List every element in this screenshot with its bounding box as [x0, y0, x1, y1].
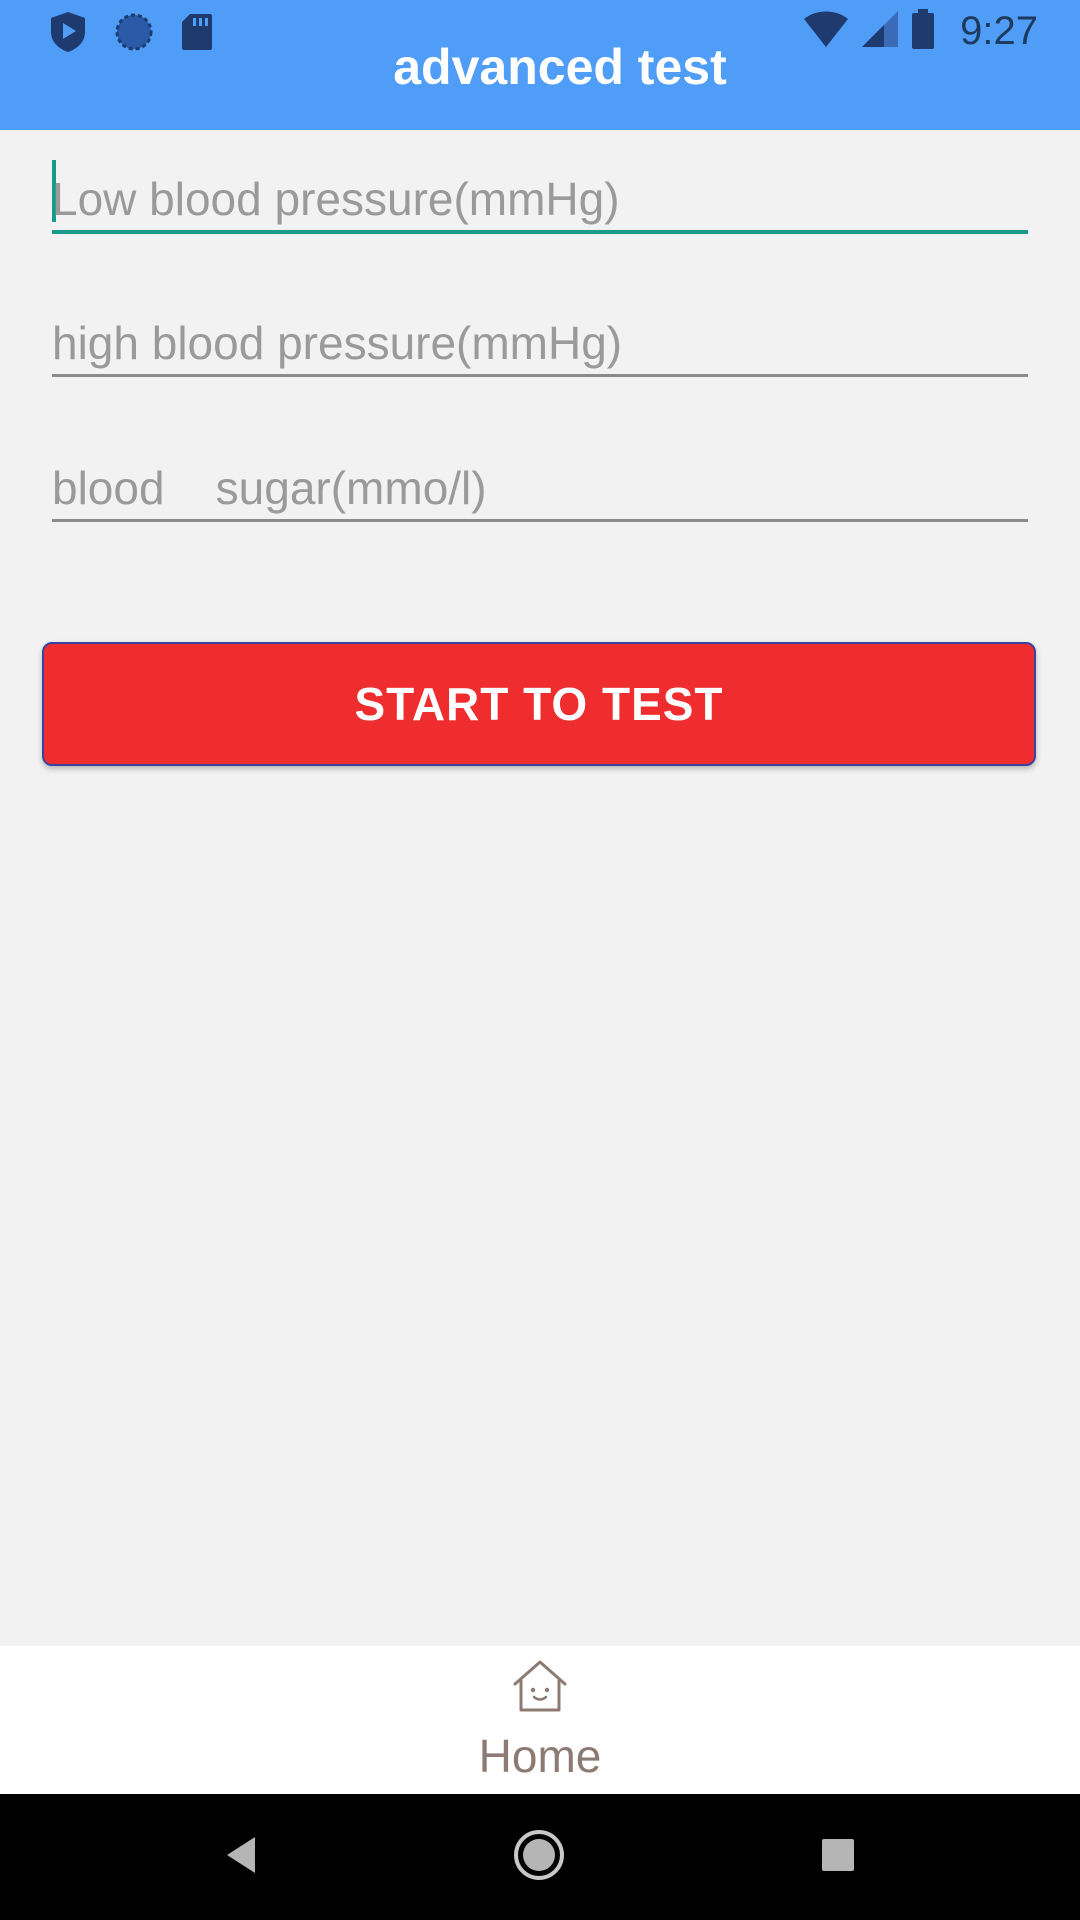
back-button[interactable]: [208, 1824, 274, 1890]
low-blood-pressure-field[interactable]: [52, 140, 1028, 234]
home-button[interactable]: [506, 1824, 572, 1890]
low-blood-pressure-input[interactable]: [52, 172, 1028, 226]
screen: 9:27 advanced test START TO TEST: [0, 0, 1080, 1920]
recents-button[interactable]: [805, 1824, 871, 1890]
back-icon: [221, 1833, 261, 1882]
recents-square-icon: [818, 1835, 858, 1880]
page-title: advanced test: [393, 39, 727, 95]
bottom-nav: Home: [0, 1646, 1080, 1794]
high-blood-pressure-field[interactable]: [52, 284, 1028, 377]
blood-sugar-input[interactable]: [52, 461, 1028, 515]
house-smile-icon: [509, 1658, 571, 1719]
system-nav-bar: [0, 1794, 1080, 1920]
nav-home-tab[interactable]: Home: [440, 1658, 640, 1788]
nav-home-label: Home: [478, 1730, 602, 1782]
home-circle-icon: [511, 1827, 567, 1888]
start-test-button[interactable]: START TO TEST: [42, 642, 1036, 766]
high-blood-pressure-input[interactable]: [52, 316, 1028, 370]
blood-sugar-field[interactable]: [52, 429, 1028, 522]
app-header: 9:27 advanced test: [0, 0, 1080, 130]
